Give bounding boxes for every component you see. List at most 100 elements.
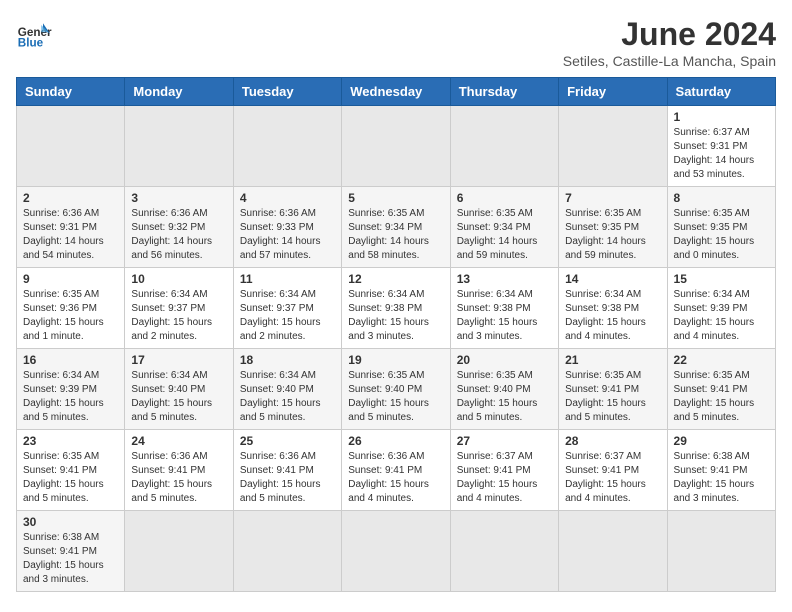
calendar-week-row: 16 Sunrise: 6:34 AM Sunset: 9:39 PM Dayli… — [17, 349, 776, 430]
calendar-cell: 17 Sunrise: 6:34 AM Sunset: 9:40 PM Dayli… — [125, 349, 233, 430]
day-header-sunday: Sunday — [17, 78, 125, 106]
day-info: Sunrise: 6:34 AM Sunset: 9:39 PM Dayligh… — [674, 288, 769, 344]
calendar-cell: 26Sunrise: 6:36 AM Sunset: 9:41 PM Dayli… — [342, 430, 450, 511]
day-info: Sunrise: 6:35 AM Sunset: 9:40 PM Dayligh… — [457, 369, 552, 425]
calendar-week-row: 2 Sunrise: 6:36 AM Sunset: 9:31 PM Daylig… — [17, 187, 776, 268]
day-number: 2 — [23, 191, 118, 205]
day-info: Sunrise: 6:34 AM Sunset: 9:38 PM Dayligh… — [565, 288, 660, 344]
calendar-cell — [559, 106, 667, 187]
day-header-monday: Monday — [125, 78, 233, 106]
day-info: Sunrise: 6:38 AM Sunset: 9:41 PM Dayligh… — [674, 450, 769, 506]
day-number: 16 — [23, 353, 118, 367]
day-number: 6 — [457, 191, 552, 205]
calendar-cell: 11 Sunrise: 6:34 AM Sunset: 9:37 PM Dayli… — [233, 268, 341, 349]
calendar-cell: 7 Sunrise: 6:35 AM Sunset: 9:35 PM Daylig… — [559, 187, 667, 268]
logo: General Blue — [16, 16, 52, 52]
calendar-cell: 9 Sunrise: 6:35 AM Sunset: 9:36 PM Daylig… — [17, 268, 125, 349]
calendar-cell: 14 Sunrise: 6:34 AM Sunset: 9:38 PM Dayli… — [559, 268, 667, 349]
day-number: 12 — [348, 272, 443, 286]
day-number: 19 — [348, 353, 443, 367]
calendar-cell — [667, 511, 775, 592]
calendar-cell: 18Sunrise: 6:34 AM Sunset: 9:40 PM Dayli… — [233, 349, 341, 430]
calendar-cell — [559, 511, 667, 592]
calendar-week-row: 9 Sunrise: 6:35 AM Sunset: 9:36 PM Daylig… — [17, 268, 776, 349]
day-info: Sunrise: 6:37 AM Sunset: 9:31 PM Dayligh… — [674, 126, 769, 182]
calendar-cell — [450, 511, 558, 592]
day-info: Sunrise: 6:34 AM Sunset: 9:37 PM Dayligh… — [131, 288, 226, 344]
calendar-cell: 12 Sunrise: 6:34 AM Sunset: 9:38 PM Dayli… — [342, 268, 450, 349]
calendar-cell — [17, 106, 125, 187]
day-number: 28 — [565, 434, 660, 448]
day-number: 10 — [131, 272, 226, 286]
day-info: Sunrise: 6:38 AM Sunset: 9:41 PM Dayligh… — [23, 531, 118, 587]
day-number: 1 — [674, 110, 769, 124]
calendar-cell: 15 Sunrise: 6:34 AM Sunset: 9:39 PM Dayli… — [667, 268, 775, 349]
calendar-cell: 5 Sunrise: 6:35 AM Sunset: 9:34 PM Daylig… — [342, 187, 450, 268]
calendar-cell: 25Sunrise: 6:36 AM Sunset: 9:41 PM Dayli… — [233, 430, 341, 511]
day-number: 17 — [131, 353, 226, 367]
day-info: Sunrise: 6:35 AM Sunset: 9:41 PM Dayligh… — [23, 450, 118, 506]
day-number: 15 — [674, 272, 769, 286]
calendar-cell: 20 Sunrise: 6:35 AM Sunset: 9:40 PM Dayli… — [450, 349, 558, 430]
calendar-cell: 13Sunrise: 6:34 AM Sunset: 9:38 PM Dayli… — [450, 268, 558, 349]
day-info: Sunrise: 6:34 AM Sunset: 9:37 PM Dayligh… — [240, 288, 335, 344]
day-number: 20 — [457, 353, 552, 367]
day-number: 5 — [348, 191, 443, 205]
calendar-cell — [342, 106, 450, 187]
calendar-cell — [233, 106, 341, 187]
calendar-cell: 2 Sunrise: 6:36 AM Sunset: 9:31 PM Daylig… — [17, 187, 125, 268]
day-info: Sunrise: 6:35 AM Sunset: 9:41 PM Dayligh… — [565, 369, 660, 425]
location-subtitle: Setiles, Castille-La Mancha, Spain — [563, 53, 776, 69]
day-number: 9 — [23, 272, 118, 286]
calendar-cell: 19Sunrise: 6:35 AM Sunset: 9:40 PM Dayli… — [342, 349, 450, 430]
day-info: Sunrise: 6:34 AM Sunset: 9:38 PM Dayligh… — [457, 288, 552, 344]
day-number: 18 — [240, 353, 335, 367]
calendar-cell: 4Sunrise: 6:36 AM Sunset: 9:33 PM Daylig… — [233, 187, 341, 268]
calendar-cell: 29 Sunrise: 6:38 AM Sunset: 9:41 PM Dayli… — [667, 430, 775, 511]
day-info: Sunrise: 6:36 AM Sunset: 9:31 PM Dayligh… — [23, 207, 118, 263]
calendar-cell: 1 Sunrise: 6:37 AM Sunset: 9:31 PM Daylig… — [667, 106, 775, 187]
day-info: Sunrise: 6:35 AM Sunset: 9:34 PM Dayligh… — [457, 207, 552, 263]
calendar-week-row: 1 Sunrise: 6:37 AM Sunset: 9:31 PM Daylig… — [17, 106, 776, 187]
day-number: 8 — [674, 191, 769, 205]
day-info: Sunrise: 6:35 AM Sunset: 9:41 PM Dayligh… — [674, 369, 769, 425]
day-info: Sunrise: 6:36 AM Sunset: 9:32 PM Dayligh… — [131, 207, 226, 263]
day-info: Sunrise: 6:34 AM Sunset: 9:38 PM Dayligh… — [348, 288, 443, 344]
calendar-cell: 8Sunrise: 6:35 AM Sunset: 9:35 PM Daylig… — [667, 187, 775, 268]
svg-text:Blue: Blue — [18, 37, 44, 50]
day-number: 14 — [565, 272, 660, 286]
calendar-cell: 6 Sunrise: 6:35 AM Sunset: 9:34 PM Daylig… — [450, 187, 558, 268]
day-info: Sunrise: 6:36 AM Sunset: 9:41 PM Dayligh… — [348, 450, 443, 506]
day-number: 22 — [674, 353, 769, 367]
calendar-cell: 22 Sunrise: 6:35 AM Sunset: 9:41 PM Dayli… — [667, 349, 775, 430]
day-header-friday: Friday — [559, 78, 667, 106]
day-info: Sunrise: 6:36 AM Sunset: 9:33 PM Dayligh… — [240, 207, 335, 263]
calendar-cell — [233, 511, 341, 592]
calendar-cell: 3Sunrise: 6:36 AM Sunset: 9:32 PM Daylig… — [125, 187, 233, 268]
calendar-cell: 24Sunrise: 6:36 AM Sunset: 9:41 PM Dayli… — [125, 430, 233, 511]
calendar-cell: 23Sunrise: 6:35 AM Sunset: 9:41 PM Dayli… — [17, 430, 125, 511]
day-info: Sunrise: 6:36 AM Sunset: 9:41 PM Dayligh… — [131, 450, 226, 506]
day-info: Sunrise: 6:37 AM Sunset: 9:41 PM Dayligh… — [565, 450, 660, 506]
calendar-cell — [450, 106, 558, 187]
day-number: 11 — [240, 272, 335, 286]
calendar-week-row: 23Sunrise: 6:35 AM Sunset: 9:41 PM Dayli… — [17, 430, 776, 511]
day-number: 27 — [457, 434, 552, 448]
day-number: 29 — [674, 434, 769, 448]
page-container: General Blue June 2024 Setiles, Castille… — [16, 16, 776, 592]
day-number: 30 — [23, 515, 118, 529]
calendar-table: SundayMondayTuesdayWednesdayThursdayFrid… — [16, 77, 776, 592]
calendar-cell: 16 Sunrise: 6:34 AM Sunset: 9:39 PM Dayli… — [17, 349, 125, 430]
day-number: 7 — [565, 191, 660, 205]
day-info: Sunrise: 6:35 AM Sunset: 9:35 PM Dayligh… — [565, 207, 660, 263]
day-info: Sunrise: 6:35 AM Sunset: 9:36 PM Dayligh… — [23, 288, 118, 344]
calendar-cell — [125, 511, 233, 592]
day-info: Sunrise: 6:35 AM Sunset: 9:34 PM Dayligh… — [348, 207, 443, 263]
day-header-wednesday: Wednesday — [342, 78, 450, 106]
day-header-saturday: Saturday — [667, 78, 775, 106]
month-title: June 2024 — [563, 16, 776, 53]
calendar-cell: 10 Sunrise: 6:34 AM Sunset: 9:37 PM Dayli… — [125, 268, 233, 349]
day-info: Sunrise: 6:34 AM Sunset: 9:39 PM Dayligh… — [23, 369, 118, 425]
day-info: Sunrise: 6:34 AM Sunset: 9:40 PM Dayligh… — [131, 369, 226, 425]
title-block: June 2024 Setiles, Castille-La Mancha, S… — [563, 16, 776, 69]
